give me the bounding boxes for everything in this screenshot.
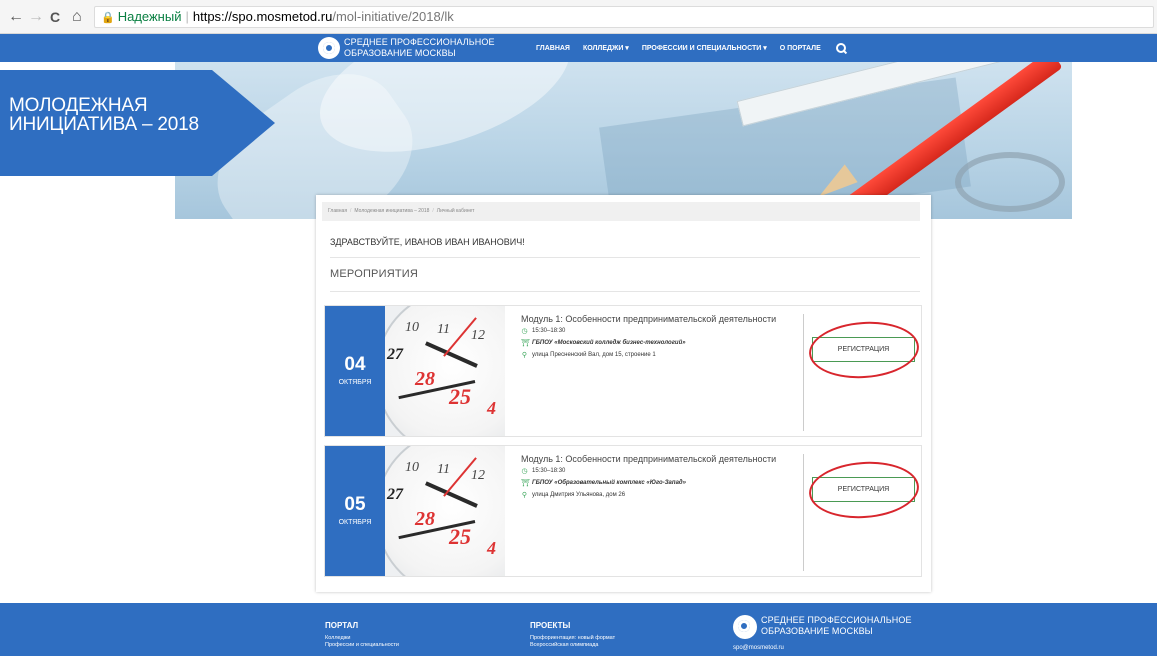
address-separator: | xyxy=(185,9,189,24)
breadcrumb: Главная / Молодежная инициатива – 2018/Лич… xyxy=(322,202,920,221)
banner-title-line2: ИНИЦИАТИВА – 2018 xyxy=(9,114,199,135)
address-bar[interactable]: 🔒 Надежный | https://spo.mosmetod.ru/mol-in… xyxy=(94,6,1154,28)
event-date: 05 ОКТЯБРЯ xyxy=(325,446,385,576)
clock-icon: ◷ xyxy=(521,328,528,335)
annotation-circle xyxy=(807,458,921,522)
footer-link[interactable]: Колледжи xyxy=(325,635,399,642)
footer-logo-line1: СРЕДНЕЕ ПРОФЕССИОНАЛЬНОЕ xyxy=(761,615,912,625)
clock-icon: ◷ xyxy=(521,468,528,475)
logo-gear-icon xyxy=(318,37,340,59)
footer-link[interactable]: Профессии и специальности xyxy=(325,642,399,649)
banner-title-line1: МОЛОДЕЖНАЯ xyxy=(9,95,148,116)
event-address: улица Дмитрия Ульянова, дом 26 xyxy=(532,492,626,498)
vertical-divider xyxy=(803,314,804,431)
event-organization: ГБПОУ «Образовательный комплекс «Юго-Зап… xyxy=(532,480,686,486)
menu-item-colleges[interactable]: КОЛЛЕДЖИ ▾ xyxy=(583,44,629,52)
clock-number: 12 xyxy=(471,328,485,343)
browser-toolbar: ← → C ⌂ 🔒 Надежный | https://spo.mosmetod.r… xyxy=(0,0,1157,34)
personal-cabinet-card: Главная / Молодежная инициатива – 2018/Лич… xyxy=(316,195,931,592)
event-date: 04 ОКТЯБРЯ xyxy=(325,306,385,436)
menu-item-about[interactable]: О ПОРТАЛЕ xyxy=(780,45,821,52)
event-image-calendar-clock: 10 11 12 27 28 25 4 xyxy=(385,446,505,576)
footer-logo-line2: ОБРАЗОВАНИЕ МОСКВЫ xyxy=(761,626,873,636)
url-path: /mol-initiative/2018/lk xyxy=(332,9,454,24)
building-icon: ⛩ xyxy=(521,340,530,347)
event-address: улица Пресненский Вал, дом 15, строение … xyxy=(532,352,656,358)
clock-number: 12 xyxy=(471,468,485,483)
clock-number: 4 xyxy=(487,398,496,418)
menu-item-home[interactable]: ГЛАВНАЯ xyxy=(536,45,570,52)
event-month: ОКТЯБРЯ xyxy=(338,379,372,386)
site-navbar: СРЕДНЕЕ ПРОФЕССИОНАЛЬНОЕ ОБРАЗОВАНИЕ МОС… xyxy=(0,34,1157,62)
annotation-circle xyxy=(807,318,921,382)
breadcrumb-current: Личный кабинет xyxy=(436,208,475,214)
divider xyxy=(330,291,920,292)
event-time: 15:30–18:30 xyxy=(532,328,566,334)
clock-number: 10 xyxy=(405,460,419,475)
main-menu: ГЛАВНАЯ КОЛЛЕДЖИ ▾ ПРОФЕССИИ И СПЕЦИАЛЬН… xyxy=(536,34,846,62)
event-day: 05 xyxy=(344,494,366,515)
search-icon[interactable] xyxy=(835,43,846,53)
event-info: Модуль 1: Особенности предпринимательско… xyxy=(521,314,781,360)
home-button[interactable]: ⌂ xyxy=(72,9,82,25)
event-organization: ГБПОУ «Московский колледж бизнес-техноло… xyxy=(532,340,686,346)
greeting-text: ЗДРАВСТВУЙТЕ, ИВАНОВ ИВАН ИВАНОВИЧ! xyxy=(330,237,525,247)
event-time: 15:30–18:30 xyxy=(532,468,566,474)
event-month: ОКТЯБРЯ xyxy=(338,519,372,526)
clock-number: 4 xyxy=(487,538,496,558)
footer-link[interactable]: Профориентация: новый формат xyxy=(530,635,615,642)
event-title[interactable]: Модуль 1: Особенности предпринимательско… xyxy=(521,314,781,324)
clock-number: 28 xyxy=(415,368,435,390)
clock-number: 27 xyxy=(387,486,403,503)
back-button[interactable]: ← xyxy=(8,9,24,25)
map-pin-icon: ⚲ xyxy=(521,492,528,499)
footer-link[interactable]: Всероссийская олимпиада xyxy=(530,642,615,649)
footer-projects-heading: ПРОЕКТЫ xyxy=(530,621,571,630)
event-title[interactable]: Модуль 1: Особенности предпринимательско… xyxy=(521,454,781,464)
event-day: 04 xyxy=(344,354,366,375)
clock-number: 27 xyxy=(387,346,403,363)
events-heading: МЕРОПРИЯТИЯ xyxy=(330,268,419,280)
clock-number: 28 xyxy=(415,508,435,530)
vertical-divider xyxy=(803,454,804,571)
footer-portal-heading: ПОРТАЛ xyxy=(325,621,359,630)
event-card: 04 ОКТЯБРЯ 10 11 12 27 28 25 4 Модуль 1:… xyxy=(324,305,922,437)
menu-item-professions[interactable]: ПРОФЕССИИ И СПЕЦИАЛЬНОСТИ ▾ xyxy=(642,44,767,52)
event-info: Модуль 1: Особенности предпринимательско… xyxy=(521,454,781,500)
breadcrumb-home[interactable]: Главная xyxy=(328,208,347,214)
map-pin-icon: ⚲ xyxy=(521,352,528,359)
event-image-calendar-clock: 10 11 12 27 28 25 4 xyxy=(385,306,505,436)
reload-button[interactable]: C xyxy=(50,9,60,25)
logo-line1: СРЕДНЕЕ ПРОФЕССИОНАЛЬНОЕ xyxy=(344,37,495,47)
clock-number: 11 xyxy=(437,322,450,337)
footer-projects-column: ПРОЕКТЫ Профориентация: новый формат Все… xyxy=(530,621,615,649)
forward-button[interactable]: → xyxy=(28,9,44,25)
clock-number: 10 xyxy=(405,320,419,335)
url-host: https://spo.mosmetod.ru xyxy=(192,9,333,24)
breadcrumb-initiative[interactable]: Молодежная инициатива – 2018 xyxy=(354,208,429,214)
logo-gear-icon xyxy=(733,615,757,639)
secure-label: Надежный xyxy=(117,9,182,24)
clock-number: 25 xyxy=(449,524,471,549)
footer-portal-column: ПОРТАЛ Колледжи Профессии и специальност… xyxy=(325,621,399,649)
building-icon: ⛩ xyxy=(521,480,530,487)
clock-number: 11 xyxy=(437,462,450,477)
site-footer: ПОРТАЛ Колледжи Профессии и специальност… xyxy=(0,603,1157,656)
lock-icon: 🔒 xyxy=(101,12,115,24)
logo-line2: ОБРАЗОВАНИЕ МОСКВЫ xyxy=(344,48,456,58)
event-card: 05 ОКТЯБРЯ 10 11 12 27 28 25 4 Модуль 1:… xyxy=(324,445,922,577)
clock-number: 25 xyxy=(449,384,471,409)
compass-image xyxy=(955,152,1065,212)
divider xyxy=(330,257,920,258)
footer-email[interactable]: spo@mosmetod.ru xyxy=(733,645,784,651)
